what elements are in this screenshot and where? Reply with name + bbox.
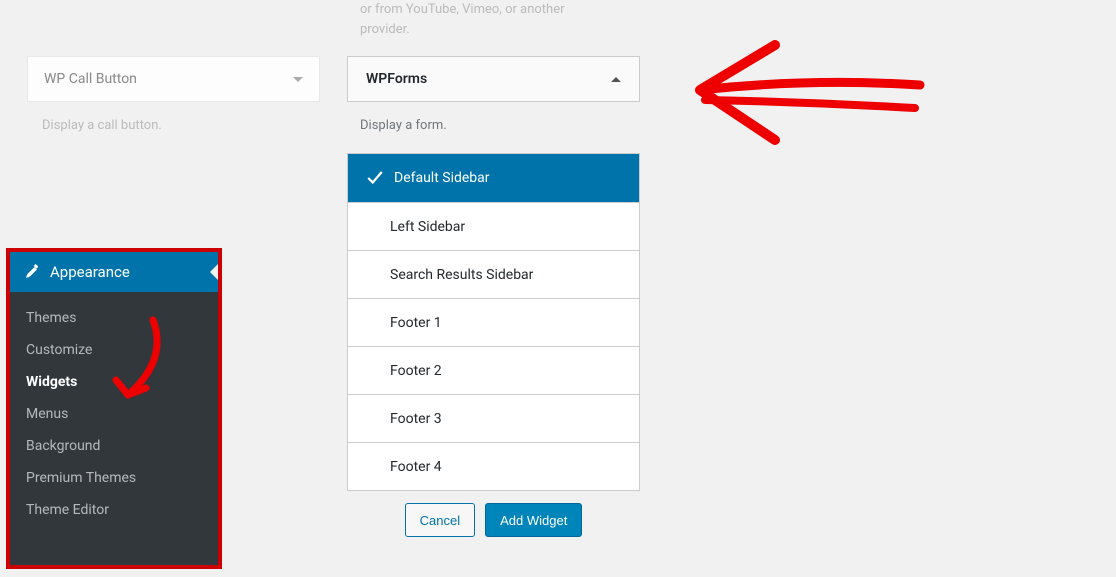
widget-area-label: Footer 2 xyxy=(390,363,442,379)
menu-header-label: Appearance xyxy=(50,263,130,281)
checkmark-icon xyxy=(366,169,384,187)
sidebar-item-label: Customize xyxy=(26,342,92,358)
sidebar-item-menus[interactable]: Menus xyxy=(10,398,218,430)
widget-actions: Cancel Add Widget xyxy=(347,503,640,537)
appearance-menu-highlight: Appearance Themes Customize Widgets Menu… xyxy=(6,248,222,569)
sidebar-item-label: Themes xyxy=(26,310,76,326)
wpforms-widget-header[interactable]: WPForms xyxy=(347,56,640,102)
widget-area-label: Left Sidebar xyxy=(390,219,465,235)
sidebar-item-label: Premium Themes xyxy=(26,470,136,486)
appearance-submenu: Themes Customize Widgets Menus Backgroun… xyxy=(10,292,218,536)
widget-area-option-footer-4[interactable]: Footer 4 xyxy=(348,442,639,490)
widget-area-option-default-sidebar[interactable]: Default Sidebar xyxy=(348,154,639,202)
sidebar-item-widgets[interactable]: Widgets xyxy=(10,366,218,398)
widget-area-option-footer-1[interactable]: Footer 1 xyxy=(348,298,639,346)
sidebar-item-label: Theme Editor xyxy=(26,502,109,518)
widget-area-option-search-results-sidebar[interactable]: Search Results Sidebar xyxy=(348,250,639,298)
active-menu-pointer-icon xyxy=(210,264,218,280)
widget-area-option-left-sidebar[interactable]: Left Sidebar xyxy=(348,202,639,250)
sidebar-item-premium-themes[interactable]: Premium Themes xyxy=(10,462,218,494)
widget-area-label: Footer 3 xyxy=(390,411,442,427)
wpforms-description: Display a form. xyxy=(360,118,447,133)
button-label: Add Widget xyxy=(500,513,567,528)
sidebar-item-label: Menus xyxy=(26,406,68,422)
add-widget-button[interactable]: Add Widget xyxy=(485,503,582,537)
appearance-menu-header[interactable]: Appearance xyxy=(10,252,218,292)
button-label: Cancel xyxy=(420,513,460,528)
sidebar-item-label: Background xyxy=(26,438,100,454)
widget-title: WP Call Button xyxy=(44,71,137,87)
cancel-button[interactable]: Cancel xyxy=(405,503,475,537)
sidebar-item-customize[interactable]: Customize xyxy=(10,334,218,366)
chevron-up-icon xyxy=(611,77,621,82)
paintbrush-icon xyxy=(22,262,42,282)
chevron-down-icon xyxy=(293,77,303,82)
sidebar-item-background[interactable]: Background xyxy=(10,430,218,462)
wp-call-button-widget-header[interactable]: WP Call Button xyxy=(27,56,320,102)
faded-line: provider. xyxy=(360,20,565,40)
widget-area-label: Footer 1 xyxy=(390,315,442,331)
widget-area-label: Default Sidebar xyxy=(394,170,490,186)
widget-area-label: Footer 4 xyxy=(390,459,442,475)
sidebar-item-label: Widgets xyxy=(26,374,77,390)
faded-widget-description: or from YouTube, Vimeo, or another provi… xyxy=(360,0,565,39)
widget-area-option-footer-2[interactable]: Footer 2 xyxy=(348,346,639,394)
widget-area-label: Search Results Sidebar xyxy=(390,267,533,283)
faded-line: or from YouTube, Vimeo, or another xyxy=(360,0,565,20)
wp-call-button-description: Display a call button. xyxy=(42,118,162,133)
widget-area-option-footer-3[interactable]: Footer 3 xyxy=(348,394,639,442)
widget-title: WPForms xyxy=(366,71,427,87)
sidebar-item-theme-editor[interactable]: Theme Editor xyxy=(10,494,218,526)
sidebar-item-themes[interactable]: Themes xyxy=(10,302,218,334)
widget-area-list: Default Sidebar Left Sidebar Search Resu… xyxy=(347,153,640,491)
